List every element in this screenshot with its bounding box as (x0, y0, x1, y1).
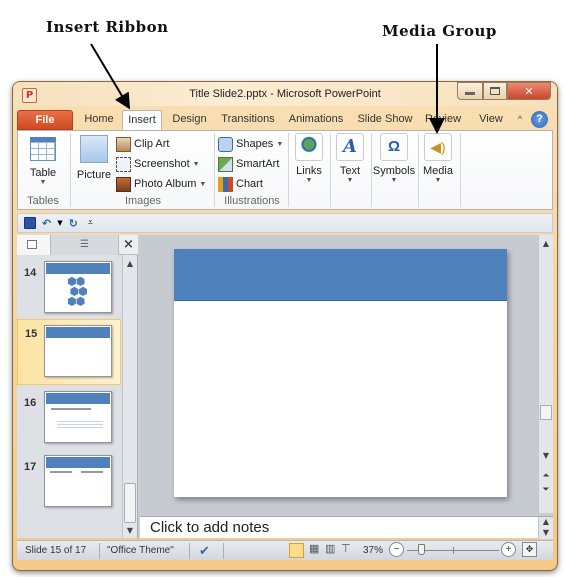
insert-ribbon-arrow (90, 43, 131, 110)
annotation-arrows (90, 43, 445, 134)
